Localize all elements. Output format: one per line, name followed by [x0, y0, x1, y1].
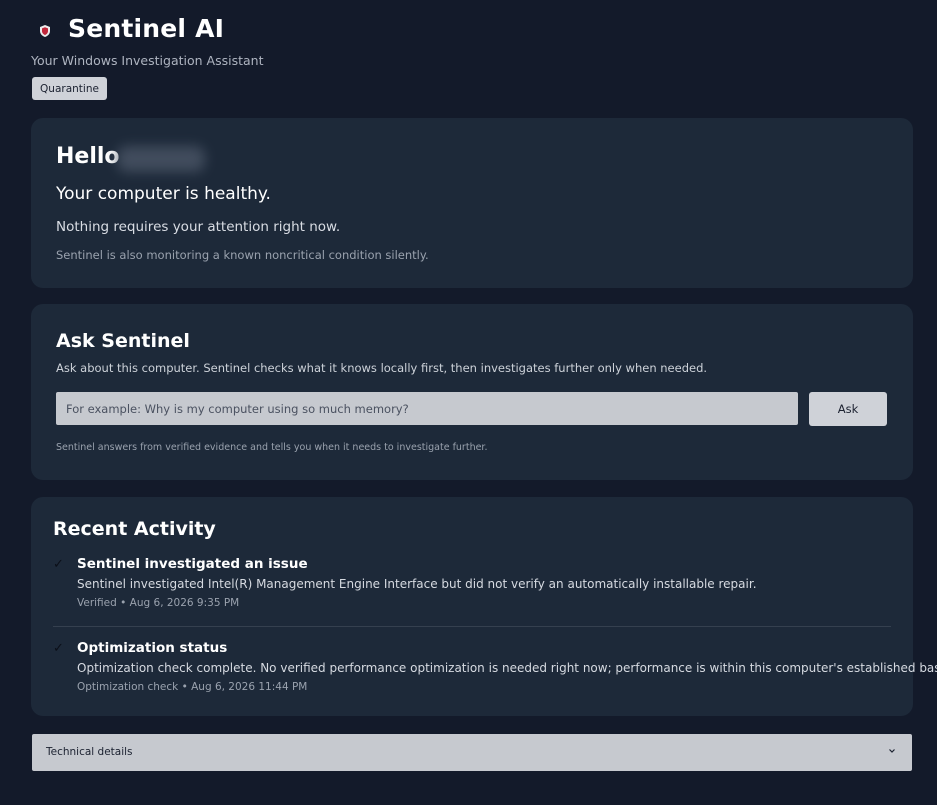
- shield-icon: [40, 25, 50, 37]
- activity-item-meta: Verified • Aug 6, 2026 9:35 PM: [77, 597, 240, 609]
- activity-item-description: Optimization check complete. No verified…: [77, 661, 937, 675]
- redacted-username: [117, 146, 205, 172]
- activity-item-title: Sentinel investigated an issue: [77, 556, 308, 572]
- recent-activity-card: Recent Activity ✓ Sentinel investigated …: [31, 497, 937, 716]
- greeting-text: Hello: [56, 144, 120, 169]
- health-status-text: Your computer is healthy.: [56, 184, 271, 204]
- ask-button[interactable]: Ask: [809, 392, 887, 426]
- ask-description: Ask about this computer. Sentinel checks…: [56, 361, 708, 375]
- status-card: Hello Your computer is healthy. Nothing …: [31, 118, 913, 288]
- ask-card: Ask Sentinel Ask about this computer. Se…: [31, 304, 913, 480]
- app-title: Sentinel AI: [68, 14, 225, 43]
- check-icon: ✓: [53, 557, 64, 572]
- app-header: Sentinel AI Your Windows Investigation A…: [0, 0, 937, 110]
- technical-details-label: Technical details: [46, 746, 133, 758]
- quarantine-button[interactable]: Quarantine: [32, 77, 107, 100]
- activity-item-meta: Optimization check • Aug 6, 2026 11:44 P…: [77, 681, 308, 693]
- technical-details-expander[interactable]: Technical details: [32, 734, 912, 771]
- ask-title: Ask Sentinel: [56, 330, 190, 352]
- app-subtitle: Your Windows Investigation Assistant: [31, 53, 264, 68]
- question-input[interactable]: [56, 392, 798, 425]
- chevron-down-icon: [889, 749, 895, 753]
- attention-text: Nothing requires your attention right no…: [56, 219, 341, 235]
- check-icon: ✓: [53, 641, 64, 656]
- activity-item: ✓ Sentinel investigated an issue Sentine…: [31, 556, 913, 616]
- activity-item-description: Sentinel investigated Intel(R) Managemen…: [77, 577, 757, 591]
- activity-item: ✓ Optimization status Optimization check…: [31, 640, 937, 700]
- recent-activity-title: Recent Activity: [53, 518, 216, 540]
- monitoring-note: Sentinel is also monitoring a known nonc…: [56, 248, 429, 262]
- ask-footnote: Sentinel answers from verified evidence …: [56, 442, 488, 453]
- activity-item-title: Optimization status: [77, 640, 228, 656]
- divider: [53, 626, 891, 627]
